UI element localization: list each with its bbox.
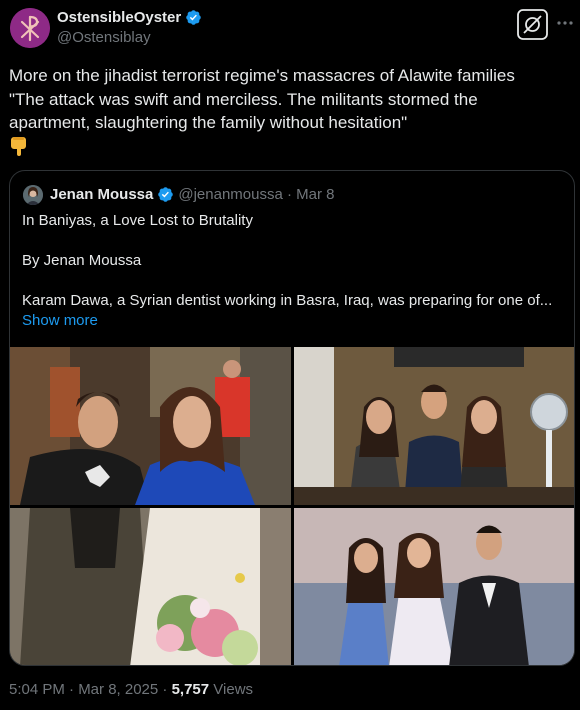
- ellipsis-icon: [557, 21, 573, 25]
- grok-icon: [517, 9, 548, 40]
- photo-image: [10, 508, 291, 665]
- author-avatar[interactable]: [10, 8, 50, 48]
- quoted-title: In Baniyas, a Love Lost to Brutality: [22, 212, 253, 229]
- author-name[interactable]: OstensibleOyster: [57, 9, 202, 26]
- photo-grid: [10, 347, 574, 665]
- author-handle[interactable]: @Ostensiblay: [57, 29, 151, 46]
- views-count: 5,757: [171, 681, 210, 698]
- photo-wedding[interactable]: [294, 508, 574, 665]
- user-avatar-icon: [23, 185, 43, 205]
- pointing-down-icon: [11, 136, 26, 156]
- quoted-author-handle-date[interactable]: @jenanmoussa · Mar 8: [178, 186, 334, 203]
- photo-couple-selfie[interactable]: [10, 347, 291, 505]
- tweet-line: More on the jihadist terrorist regime's …: [9, 66, 515, 85]
- photo-image: [294, 508, 574, 665]
- quoted-author-name[interactable]: Jenan Moussa: [50, 186, 153, 203]
- photo-group-cafe[interactable]: [294, 347, 574, 505]
- photo-image: [294, 347, 574, 505]
- tweet-text: More on the jihadist terrorist regime's …: [9, 64, 569, 163]
- views-label: Views: [209, 681, 254, 698]
- more-options-button[interactable]: [556, 14, 574, 32]
- grok-button[interactable]: [517, 9, 548, 40]
- quoted-excerpt: Karam Dawa, a Syrian dentist working in …: [22, 292, 553, 309]
- chi-rho-icon: [10, 8, 50, 48]
- photo-bouquet[interactable]: [10, 508, 291, 665]
- quoted-tweet-header: Jenan Moussa @jenanmoussa · Mar 8: [50, 186, 335, 203]
- quoted-tweet[interactable]: Jenan Moussa @jenanmoussa · Mar 8 In Ban…: [9, 170, 575, 666]
- author-name-text[interactable]: OstensibleOyster: [57, 9, 181, 26]
- photo-image: [10, 347, 291, 505]
- tweet-footer: 5:04 PM · Mar 8, 2025 · 5,757 Views: [9, 681, 253, 698]
- timestamp[interactable]: 5:04 PM · Mar 8, 2025 ·: [9, 681, 172, 698]
- show-more-link[interactable]: Show more: [22, 311, 562, 331]
- tweet-line: "The attack was swift and merciless. The…: [9, 89, 478, 109]
- quoted-author-avatar[interactable]: [23, 185, 43, 205]
- verified-badge-icon: [158, 187, 174, 202]
- quoted-tweet-body: In Baniyas, a Love Lost to Brutality By …: [22, 211, 562, 331]
- verified-badge-icon: [186, 10, 201, 25]
- tweet-line: apartment, slaughtering the family witho…: [9, 113, 408, 132]
- quoted-byline: By Jenan Moussa: [22, 252, 142, 269]
